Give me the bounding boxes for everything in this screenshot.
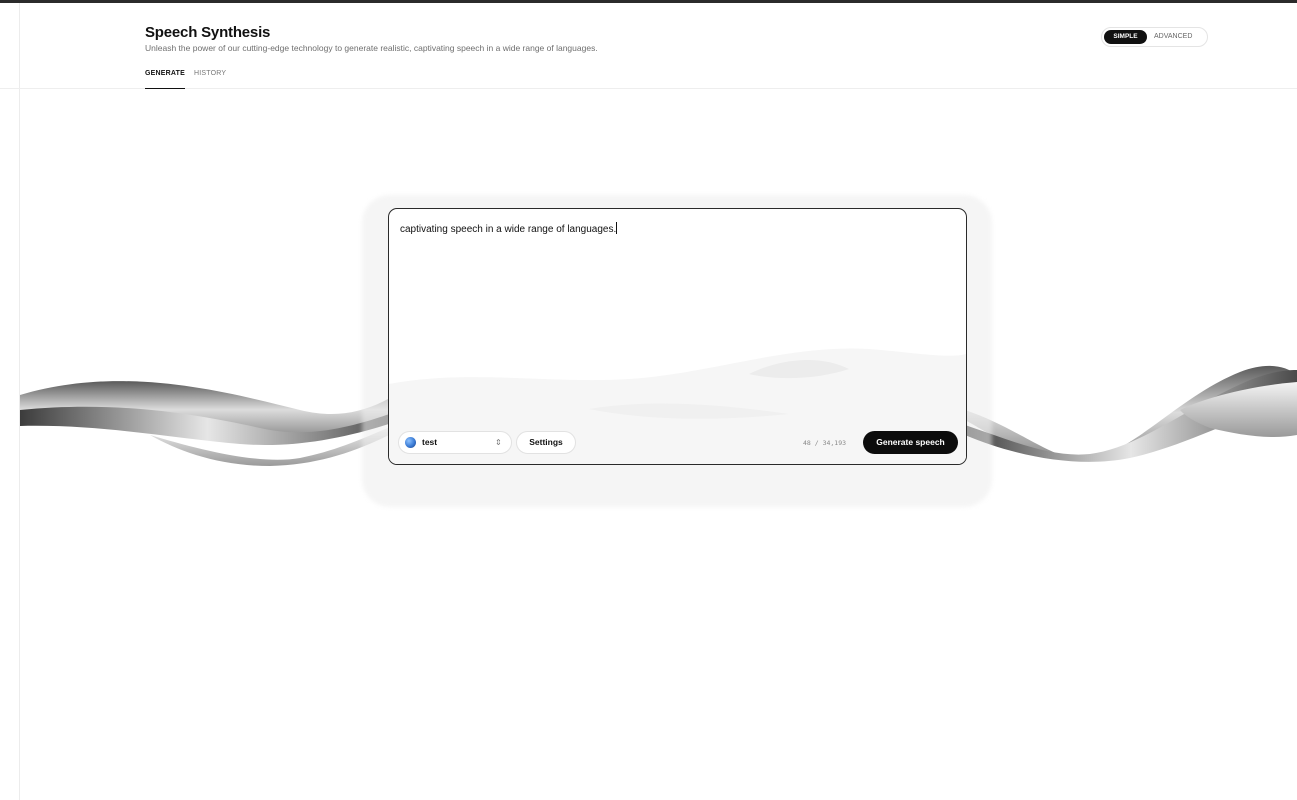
page-header: Speech Synthesis Unleash the power of ou… — [0, 3, 1297, 89]
tab-bar: GENERATE HISTORY — [145, 70, 226, 89]
voice-avatar-icon — [405, 437, 416, 448]
tab-history[interactable]: HISTORY — [194, 70, 226, 89]
text-caret — [616, 222, 618, 234]
mode-simple-button[interactable]: SIMPLE — [1104, 30, 1147, 44]
mode-advanced-button[interactable]: ADVANCED — [1154, 30, 1192, 44]
mode-toggle: SIMPLE ADVANCED — [1101, 27, 1208, 47]
page-title: Speech Synthesis — [145, 24, 271, 41]
text-input[interactable]: captivating speech in a wide range of la… — [400, 222, 955, 372]
text-input-card: captivating speech in a wide range of la… — [388, 208, 967, 465]
generate-speech-button[interactable]: Generate speech — [863, 431, 958, 454]
page-subtitle: Unleash the power of our cutting-edge te… — [145, 43, 598, 53]
tab-generate[interactable]: GENERATE — [145, 70, 185, 89]
settings-button[interactable]: Settings — [516, 431, 576, 454]
text-input-value: captivating speech in a wide range of la… — [400, 224, 617, 235]
app-page: Speech Synthesis Unleash the power of ou… — [0, 0, 1297, 800]
voice-label: test — [422, 437, 438, 447]
character-count: 48 / 34,193 — [803, 439, 847, 447]
updown-chevron-icon: ⇕ — [495, 438, 502, 447]
voice-selector[interactable]: test ⇕ — [398, 431, 512, 454]
